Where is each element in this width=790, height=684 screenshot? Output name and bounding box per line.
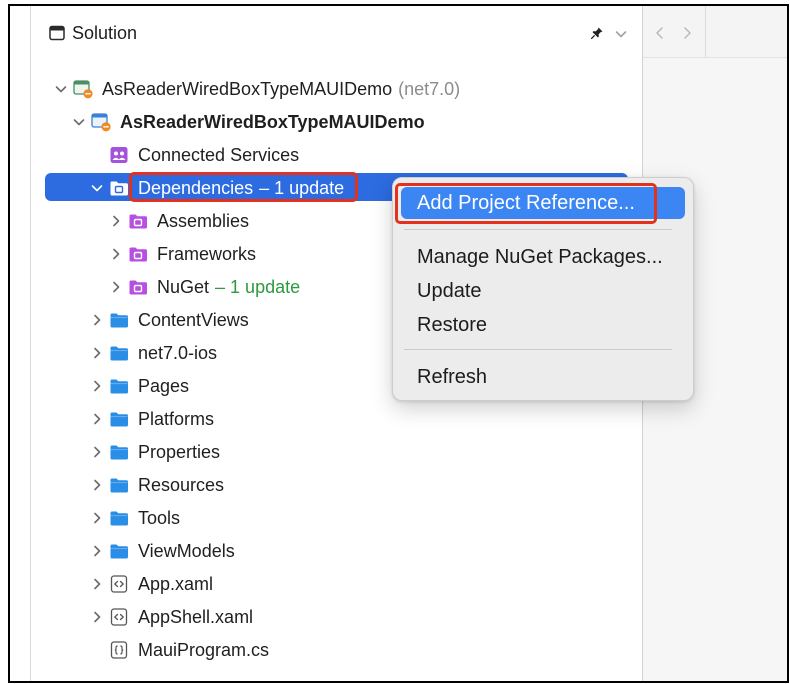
folder-icon (109, 310, 129, 330)
tree-item-label: AppShell.xaml (138, 606, 254, 627)
tree-item-label: Pages (138, 375, 190, 396)
menu-item-refresh[interactable]: Refresh (401, 360, 685, 394)
menu-separator (404, 229, 672, 230)
xaml-file-icon (109, 607, 129, 627)
chevron-down-icon[interactable] (72, 115, 86, 129)
chevron-right-icon[interactable] (90, 511, 104, 525)
chevron-right-icon[interactable] (90, 379, 104, 393)
tree-row-viewmodels[interactable]: ViewModels (31, 534, 643, 567)
tree-row-platforms[interactable]: Platforms (31, 402, 643, 435)
tab-bar-divider (705, 6, 706, 58)
tree-item-label: App.xaml (138, 573, 214, 594)
context-menu: Add Project Reference... Manage NuGet Pa… (392, 177, 694, 401)
tree-item-label: Dependencies (138, 177, 254, 198)
tree-item-label: NuGet (157, 276, 210, 297)
menu-item-label: Restore (417, 313, 488, 336)
tree-row-appshell-xaml[interactable]: AppShell.xaml (31, 600, 643, 633)
chevron-down-icon[interactable] (614, 27, 628, 41)
connected-services-icon (109, 145, 129, 165)
folder-icon (109, 541, 129, 561)
menu-item-label: Add Project Reference... (417, 191, 635, 214)
tree-row-tools[interactable]: Tools (31, 501, 643, 534)
tree-item-label: Frameworks (157, 243, 257, 264)
project-icon (91, 112, 111, 132)
chevron-right-icon[interactable] (109, 214, 123, 228)
tree-item-label: ContentViews (138, 309, 249, 330)
package-folder-icon (128, 211, 148, 231)
folder-icon (109, 409, 129, 429)
chevron-right-icon[interactable] (109, 247, 123, 261)
tree-item-label: AsReaderWiredBoxTypeMAUIDemo (102, 78, 393, 99)
chevron-right-icon[interactable] (90, 544, 104, 558)
update-count-label: – 1 update (259, 177, 345, 198)
left-toolbar-gutter (10, 6, 31, 681)
tree-item-label: Platforms (138, 408, 215, 429)
tree-row-properties[interactable]: Properties (31, 435, 643, 468)
menu-item-manage-nuget-packages[interactable]: Manage NuGet Packages... (401, 240, 685, 274)
pin-icon[interactable] (590, 26, 604, 40)
chevron-right-icon[interactable] (90, 610, 104, 624)
tree-item-label: ViewModels (138, 540, 235, 561)
menu-separator (404, 349, 672, 350)
xaml-file-icon (109, 574, 129, 594)
menu-item-add-project-reference[interactable]: Add Project Reference... (401, 187, 685, 219)
cs-file-icon (109, 640, 129, 660)
tree-item-label: Properties (138, 441, 221, 462)
chevron-right-icon[interactable] (90, 313, 104, 327)
tree-row-project[interactable]: AsReaderWiredBoxTypeMAUIDemo (31, 105, 643, 138)
chevron-right-icon[interactable] (90, 445, 104, 459)
solution-icon (73, 79, 93, 99)
tree-item-label: MauiProgram.cs (138, 639, 270, 660)
chevron-right-icon[interactable] (90, 478, 104, 492)
back-arrow-icon[interactable] (653, 26, 667, 40)
tree-item-label: Connected Services (138, 144, 300, 165)
menu-item-update[interactable]: Update (401, 274, 685, 308)
menu-item-restore[interactable]: Restore (401, 308, 685, 342)
chevron-down-icon[interactable] (90, 181, 104, 195)
menu-item-label: Refresh (417, 365, 488, 388)
package-folder-icon (128, 244, 148, 264)
menu-item-label: Manage NuGet Packages... (417, 245, 663, 268)
forward-arrow-icon[interactable] (680, 26, 694, 40)
chevron-right-icon[interactable] (109, 280, 123, 294)
folder-icon (109, 508, 129, 528)
update-count-label: – 1 update (215, 276, 301, 297)
folder-icon (109, 343, 129, 363)
tree-row-solution[interactable]: AsReaderWiredBoxTypeMAUIDemo (net7.0) (31, 72, 643, 105)
folder-icon (109, 376, 129, 396)
chevron-right-icon[interactable] (90, 577, 104, 591)
tree-row-mauiprogram-cs[interactable]: MauiProgram.cs (31, 633, 643, 666)
chevron-right-icon[interactable] (90, 412, 104, 426)
folder-icon (109, 475, 129, 495)
dependencies-icon (109, 178, 129, 198)
tree-item-label: Resources (138, 474, 225, 495)
folder-icon (109, 442, 129, 462)
menu-item-label: Update (417, 279, 482, 302)
tree-item-label: AsReaderWiredBoxTypeMAUIDemo (120, 111, 425, 132)
tree-item-label: net7.0-ios (138, 342, 218, 363)
tree-item-label: Assemblies (157, 210, 250, 231)
chevron-down-icon[interactable] (54, 82, 68, 96)
sidebar-icon (49, 25, 65, 41)
target-framework-label: (net7.0) (398, 78, 461, 99)
package-folder-icon (128, 277, 148, 297)
tree-row-resources[interactable]: Resources (31, 468, 643, 501)
panel-title: Solution (72, 23, 138, 43)
editor-tab-bar (643, 6, 787, 58)
tree-row-app-xaml[interactable]: App.xaml (31, 567, 643, 600)
chevron-right-icon[interactable] (90, 346, 104, 360)
tree-row-connected-services[interactable]: Connected Services (31, 138, 643, 171)
tree-item-label: Tools (138, 507, 181, 528)
